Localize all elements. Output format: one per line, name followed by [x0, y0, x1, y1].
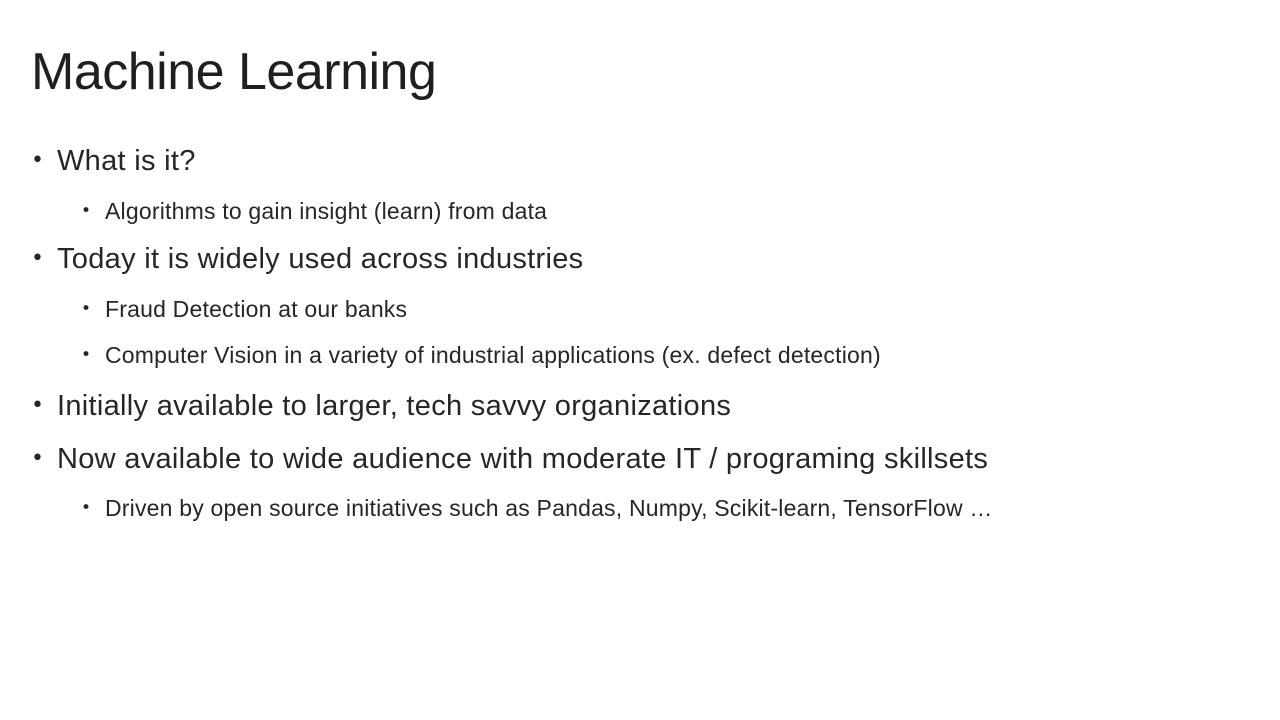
- sub-bullet-item-fraud-detection: • Fraud Detection at our banks: [81, 294, 408, 324]
- bullet-dot-icon: •: [81, 345, 92, 365]
- bullet-text: Initially available to larger, tech savv…: [57, 390, 732, 422]
- bullet-dot-icon: •: [31, 148, 45, 173]
- bullet-item-now-available: • Now available to wide audience with mo…: [31, 441, 989, 477]
- bullet-dot-icon: •: [31, 393, 45, 418]
- bullet-dot-icon: •: [31, 246, 45, 271]
- bullet-text: Driven by open source initiatives such a…: [105, 495, 993, 521]
- sub-bullet-item-computer-vision: • Computer Vision in a variety of indust…: [81, 340, 881, 370]
- bullet-text: Algorithms to gain insight (learn) from …: [105, 198, 548, 224]
- bullet-item-initially-available: • Initially available to larger, tech sa…: [31, 388, 732, 424]
- bullet-dot-icon: •: [31, 446, 45, 471]
- bullet-text: Now available to wide audience with mode…: [57, 443, 989, 475]
- bullet-item-what-is-it: • What is it?: [31, 143, 196, 179]
- sub-bullet-item-algorithms: • Algorithms to gain insight (learn) fro…: [81, 196, 548, 226]
- bullet-list: • What is it? • Algorithms to gain insig…: [0, 0, 1280, 720]
- bullet-text: What is it?: [57, 145, 196, 177]
- bullet-text: Today it is widely used across industrie…: [57, 243, 584, 275]
- bullet-dot-icon: •: [81, 201, 92, 221]
- bullet-text: Computer Vision in a variety of industri…: [105, 342, 881, 368]
- bullet-item-widely-used: • Today it is widely used across industr…: [31, 241, 584, 277]
- bullet-text: Fraud Detection at our banks: [105, 296, 408, 322]
- bullet-dot-icon: •: [81, 498, 92, 518]
- sub-bullet-item-open-source: • Driven by open source initiatives such…: [81, 493, 993, 523]
- slide: Machine Learning • What is it? • Algorit…: [0, 0, 1280, 720]
- bullet-dot-icon: •: [81, 299, 92, 319]
